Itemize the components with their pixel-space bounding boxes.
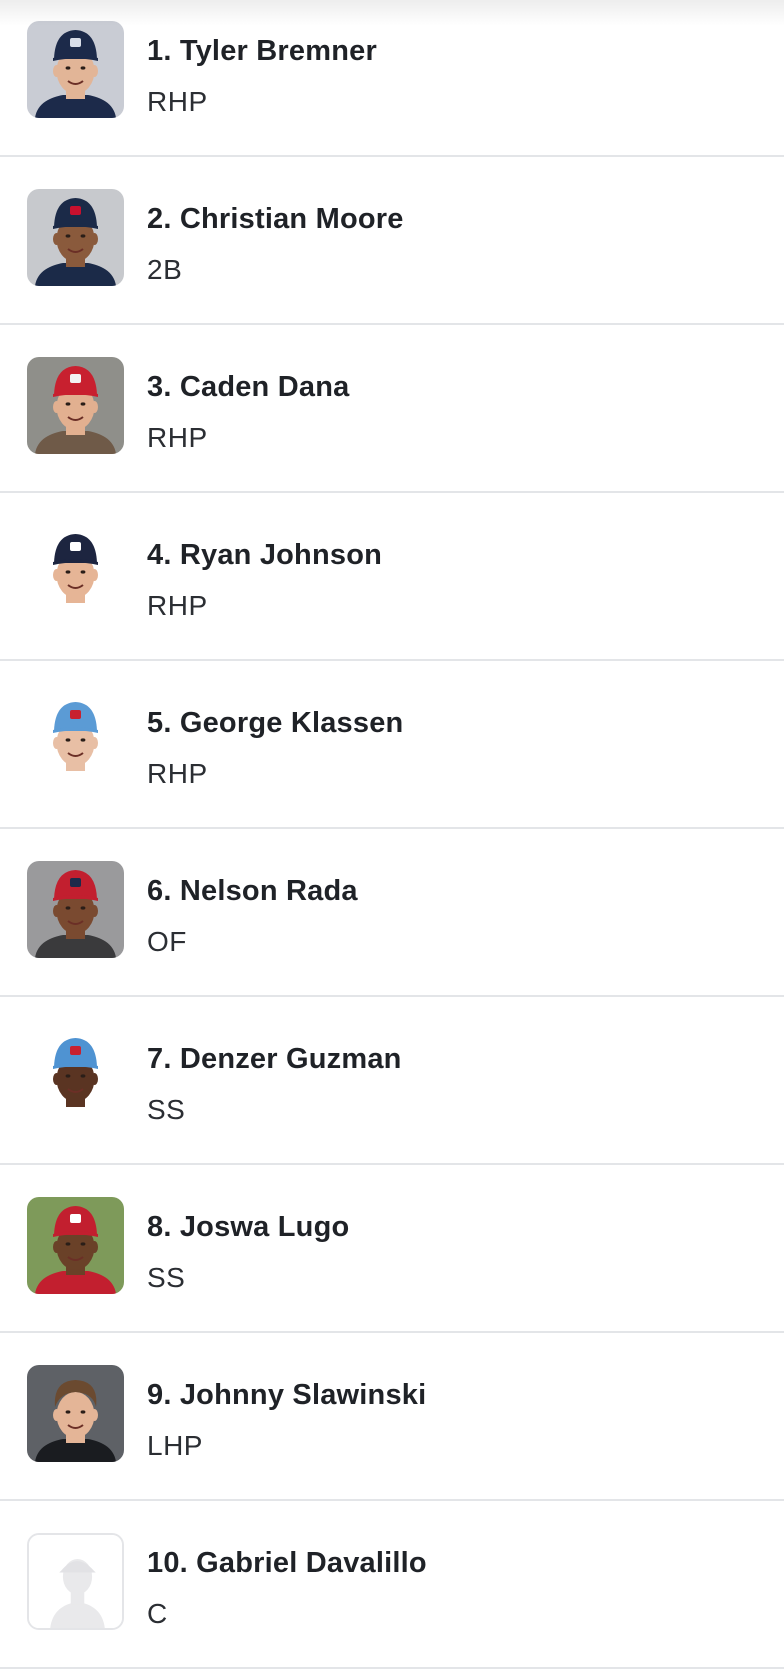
prospect-row[interactable]: 6. Nelson Rada OF: [0, 829, 784, 997]
prospect-list: 1. Tyler Bremner RHP 2. Christian Moore 2B 3…: [0, 0, 784, 1669]
player-photo: [27, 525, 124, 622]
prospect-position: SS: [147, 1094, 186, 1125]
prospect-row[interactable]: 2. Christian Moore 2B: [0, 157, 784, 325]
prospect-row[interactable]: 5. George Klassen RHP: [0, 661, 784, 829]
prospect-name[interactable]: 6. Nelson Rada: [147, 875, 358, 908]
prospect-position: RHP: [147, 590, 208, 621]
prospect-position: SS: [147, 1262, 186, 1293]
prospect-position: C: [147, 1598, 168, 1629]
player-photo: [27, 21, 124, 118]
prospect-row[interactable]: 3. Caden Dana RHP: [0, 325, 784, 493]
prospect-row[interactable]: 1. Tyler Bremner RHP: [0, 0, 784, 157]
prospect-position: LHP: [147, 1430, 203, 1461]
prospect-position: RHP: [147, 86, 208, 117]
prospect-row[interactable]: 10. Gabriel Davalillo C: [0, 1501, 784, 1669]
prospect-row[interactable]: 7. Denzer Guzman SS: [0, 997, 784, 1165]
player-photo: [27, 693, 124, 790]
prospect-name[interactable]: 10. Gabriel Davalillo: [147, 1547, 427, 1580]
prospect-name[interactable]: 4. Ryan Johnson: [147, 539, 382, 572]
prospect-name[interactable]: 9. Johnny Slawinski: [147, 1379, 426, 1412]
prospect-position: OF: [147, 926, 187, 957]
placeholder-silhouette-icon: [27, 1533, 124, 1630]
player-photo: [27, 1029, 124, 1126]
prospect-position: 2B: [147, 254, 183, 285]
prospect-name[interactable]: 3. Caden Dana: [147, 371, 349, 404]
player-photo: [27, 1365, 124, 1462]
player-photo: [27, 357, 124, 454]
prospect-row[interactable]: 9. Johnny Slawinski LHP: [0, 1333, 784, 1501]
prospect-name[interactable]: 2. Christian Moore: [147, 203, 404, 236]
prospect-name[interactable]: 8. Joswa Lugo: [147, 1211, 349, 1244]
prospect-name[interactable]: 7. Denzer Guzman: [147, 1043, 402, 1076]
prospect-position: RHP: [147, 758, 208, 789]
prospect-name[interactable]: 1. Tyler Bremner: [147, 35, 377, 68]
prospect-name[interactable]: 5. George Klassen: [147, 707, 403, 740]
prospect-row[interactable]: 4. Ryan Johnson RHP: [0, 493, 784, 661]
prospect-position: RHP: [147, 422, 208, 453]
player-photo: [27, 1197, 124, 1294]
player-photo: [27, 861, 124, 958]
player-photo: [27, 189, 124, 286]
prospect-row[interactable]: 8. Joswa Lugo SS: [0, 1165, 784, 1333]
